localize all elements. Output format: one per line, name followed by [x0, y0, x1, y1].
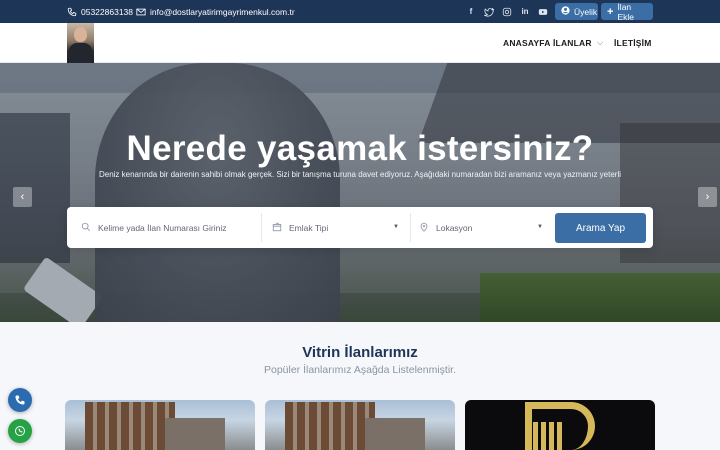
location-pin-icon: [419, 222, 429, 234]
property-type-select[interactable]: Emlak Tipi: [272, 207, 412, 248]
add-listing-label: İlan Ekle: [617, 1, 634, 22]
user-icon: [561, 6, 570, 17]
top-bar: 05322863138 info@dostlaryatirimgayrimenk…: [0, 0, 720, 23]
hero-title: Nerede yaşamak istersiniz?: [126, 129, 594, 168]
listing-image: [85, 402, 175, 450]
youtube-icon[interactable]: [538, 7, 548, 17]
whatsapp-icon: [15, 426, 25, 436]
nav-home[interactable]: ANASAYFA: [503, 23, 551, 63]
plus-icon: +: [607, 5, 614, 18]
keyword-placeholder: Kelime yada İlan Numarası Giriniz: [98, 222, 227, 233]
search-icon: [81, 222, 91, 234]
social-links: f in: [466, 0, 548, 23]
chevron-down-icon: ▼: [393, 224, 399, 230]
phone-number: 05322863138: [81, 6, 134, 17]
linkedin-icon[interactable]: in: [520, 7, 530, 17]
property-type-label: Emlak Tipi: [289, 222, 329, 233]
phone-icon: [15, 395, 25, 405]
email-contact[interactable]: info@dostlaryatirimgayrimenkul.com.tr: [136, 0, 295, 23]
add-listing-button[interactable]: + İlan Ekle: [601, 1, 653, 22]
site-logo[interactable]: [67, 23, 94, 63]
listing-card[interactable]: [65, 400, 255, 450]
envelope-icon: [136, 7, 146, 17]
nav-contact[interactable]: İLETİŞİM: [614, 23, 652, 63]
listing-image: [285, 402, 375, 450]
slider-prev-button[interactable]: ‹: [13, 187, 32, 207]
search-panel: Kelime yada İlan Numarası Giriniz Emlak …: [67, 207, 653, 248]
chevron-down-icon: ▼: [537, 224, 543, 230]
email-address: info@dostlaryatirimgayrimenkul.com.tr: [150, 6, 295, 17]
membership-label: Üyelik: [574, 6, 598, 17]
hero-banner: Nerede yaşamak istersiniz? Deniz kenarın…: [0, 63, 720, 322]
twitter-icon[interactable]: [484, 7, 494, 17]
phone-contact[interactable]: 05322863138: [67, 0, 133, 23]
listing-card[interactable]: [265, 400, 455, 450]
main-navbar: ANASAYFA İLANLAR ⌵ İLETİŞİM: [0, 23, 720, 63]
whatsapp-float-button[interactable]: [8, 419, 32, 443]
location-select[interactable]: Lokasyon: [419, 207, 549, 248]
search-button[interactable]: Arama Yap: [555, 213, 646, 243]
call-float-button[interactable]: [8, 388, 32, 412]
instagram-icon[interactable]: [502, 7, 512, 17]
chevron-down-icon[interactable]: ⌵: [597, 23, 603, 63]
featured-subtitle: Popüler İlanlarımız Aşağda Listelenmişti…: [263, 364, 456, 376]
membership-button[interactable]: Üyelik: [555, 3, 598, 20]
facebook-icon[interactable]: f: [466, 7, 476, 17]
building-icon: [272, 222, 282, 234]
featured-title: Vitrin İlanlarımız: [302, 344, 418, 361]
hero-subtitle: Deniz kenarında bir dairenin sahibi olma…: [98, 170, 622, 179]
slider-next-button[interactable]: ›: [698, 187, 717, 207]
nav-listings[interactable]: İLANLAR: [553, 23, 592, 63]
phone-icon: [67, 7, 77, 17]
location-label: Lokasyon: [436, 222, 473, 233]
listing-card[interactable]: [465, 400, 655, 450]
